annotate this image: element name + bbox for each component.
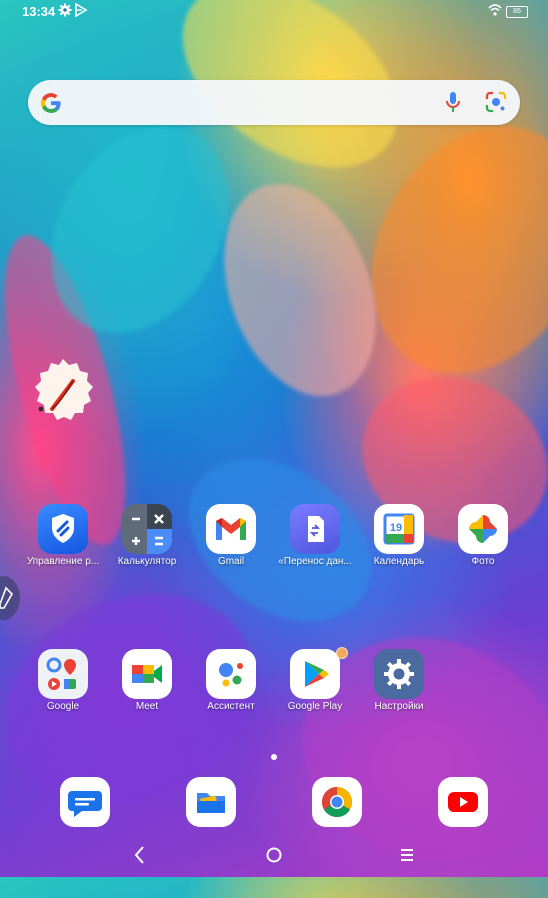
dock-messages[interactable]	[60, 777, 110, 827]
data-transfer-icon	[290, 504, 340, 554]
app-device-management[interactable]: Управление р...	[21, 504, 105, 580]
app-label: «Перенос дан...	[278, 556, 352, 567]
app-google-folder[interactable]: Google	[21, 649, 105, 725]
microphone-icon[interactable]	[444, 91, 462, 113]
app-label: Настройки	[374, 701, 424, 712]
gmail-icon	[206, 504, 256, 554]
app-google-play[interactable]: Google Play	[273, 647, 357, 725]
side-panel-handle[interactable]	[0, 576, 20, 620]
calendar-day: 19	[390, 522, 402, 534]
app-calendar[interactable]: 19 Календарь	[357, 504, 441, 580]
app-label: Калькулятор	[117, 556, 177, 567]
notification-dot	[336, 647, 348, 659]
google-lens-icon[interactable]	[485, 91, 507, 113]
wifi-icon	[488, 3, 502, 17]
app-label: Ассистент	[207, 701, 255, 712]
app-photos[interactable]: Фото	[441, 504, 525, 580]
messages-icon	[68, 791, 102, 817]
app-label: Meet	[135, 701, 159, 712]
app-label: Google	[46, 701, 80, 712]
battery-icon: 85	[506, 6, 528, 18]
app-label: Управление р...	[26, 556, 100, 567]
recents-icon[interactable]	[395, 843, 419, 867]
calculator-icon	[122, 504, 172, 554]
play-protect-icon	[74, 2, 88, 18]
app-label: Фото	[471, 556, 495, 567]
meet-icon	[122, 649, 172, 699]
app-gmail[interactable]: Gmail	[189, 504, 273, 580]
google-g-icon	[39, 91, 63, 115]
app-label: Google Play	[287, 701, 343, 712]
photos-icon	[458, 504, 508, 554]
settings-icon	[374, 649, 424, 699]
app-data-transfer[interactable]: «Перенос дан...	[273, 504, 357, 580]
chrome-icon	[321, 787, 353, 818]
youtube-icon	[448, 792, 478, 812]
app-calculator[interactable]: Калькулятор	[105, 504, 189, 580]
app-label: Календарь	[373, 556, 425, 567]
home-icon[interactable]	[262, 843, 286, 867]
status-bar: 13:34 85	[0, 0, 548, 24]
assistant-icon	[206, 649, 256, 699]
files-icon	[197, 793, 225, 813]
app-assistant[interactable]: Ассистент	[189, 649, 273, 725]
app-meet[interactable]: Meet	[105, 649, 189, 725]
dock-files[interactable]	[186, 777, 236, 827]
app-settings[interactable]: Настройки	[357, 649, 441, 725]
gear-icon	[58, 3, 72, 17]
page-indicator	[271, 754, 277, 760]
calendar-icon: 19	[374, 504, 424, 554]
shield-manage-icon	[38, 504, 88, 554]
dock-chrome[interactable]	[312, 777, 362, 827]
dock-youtube[interactable]	[438, 777, 488, 827]
google-play-icon	[290, 649, 340, 699]
back-icon[interactable]	[128, 843, 152, 867]
status-time: 13:34	[22, 4, 56, 19]
google-search-bar[interactable]	[28, 80, 520, 125]
google-folder-icon	[38, 649, 88, 699]
app-label: Gmail	[217, 556, 245, 567]
pen-widget[interactable]	[26, 357, 100, 431]
